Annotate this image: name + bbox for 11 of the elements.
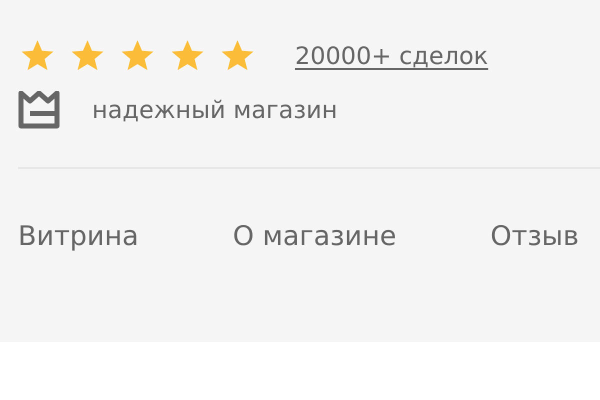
star-icon <box>220 38 255 73</box>
tab[interactable]: Отзыв <box>490 221 579 252</box>
star-icon <box>20 38 55 73</box>
star-icon <box>170 38 205 73</box>
tab[interactable]: Витрина <box>18 221 139 252</box>
deals-link[interactable]: 20000+ сделок <box>295 42 488 70</box>
trusted-shop-label: надежный магазин <box>92 96 338 124</box>
star-icon <box>120 38 155 73</box>
crown-icon <box>18 91 60 129</box>
tab[interactable]: О магазине <box>232 221 396 252</box>
star-icon <box>70 38 105 73</box>
